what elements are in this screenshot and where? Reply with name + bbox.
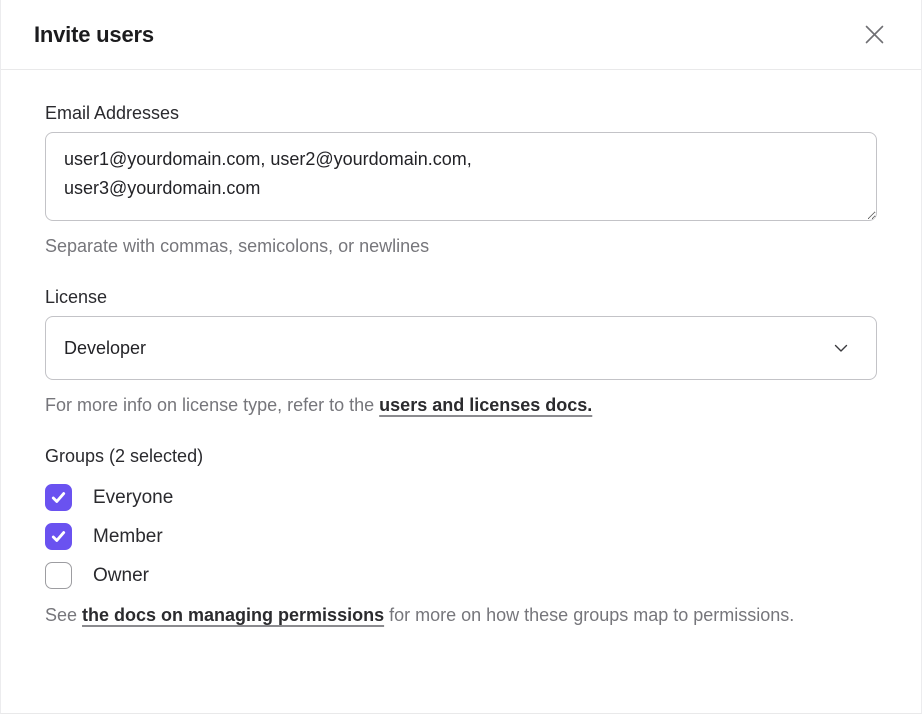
group-option-label-owner: Owner <box>93 565 149 587</box>
license-field-group: License Developer For more info on licen… <box>45 287 877 417</box>
checkbox-member[interactable] <box>45 523 72 550</box>
groups-field-group: Groups (2 selected) Everyone Member <box>45 446 877 630</box>
license-label: License <box>45 287 877 308</box>
checkbox-owner[interactable] <box>45 562 72 589</box>
chevron-down-icon <box>833 340 849 356</box>
email-label: Email Addresses <box>45 103 877 124</box>
close-icon <box>862 22 887 47</box>
close-button[interactable] <box>858 18 891 51</box>
group-option-everyone[interactable]: Everyone <box>45 484 877 511</box>
email-field-group: Email Addresses user1@yourdomain.com, us… <box>45 103 877 258</box>
group-option-label-everyone: Everyone <box>93 487 173 509</box>
check-icon <box>50 489 67 506</box>
modal-body: Email Addresses user1@yourdomain.com, us… <box>1 70 921 713</box>
groups-note-suffix: for more on how these groups map to perm… <box>384 605 794 625</box>
managing-permissions-docs-link[interactable]: the docs on managing permissions <box>82 605 384 625</box>
email-input[interactable]: user1@yourdomain.com, user2@yourdomain.c… <box>45 132 877 221</box>
groups-label: Groups (2 selected) <box>45 446 877 467</box>
group-option-label-member: Member <box>93 526 163 548</box>
modal-title: Invite users <box>34 22 154 48</box>
license-selected-value: Developer <box>64 338 146 359</box>
groups-note-text: See the docs on managing permissions for… <box>45 601 877 630</box>
group-option-owner[interactable]: Owner <box>45 562 877 589</box>
invite-users-modal: Invite users Email Addresses user1@yourd… <box>0 0 922 714</box>
modal-header: Invite users <box>1 0 921 70</box>
group-option-member[interactable]: Member <box>45 523 877 550</box>
groups-note-prefix: See <box>45 605 82 625</box>
check-icon <box>50 528 67 545</box>
email-helper-text: Separate with commas, semicolons, or new… <box>45 234 877 258</box>
license-helper-text: For more info on license type, refer to … <box>45 393 877 417</box>
checkbox-everyone[interactable] <box>45 484 72 511</box>
users-and-licenses-docs-link[interactable]: users and licenses docs. <box>379 395 592 415</box>
license-select[interactable]: Developer <box>45 316 877 380</box>
license-helper-prefix: For more info on license type, refer to … <box>45 395 379 415</box>
